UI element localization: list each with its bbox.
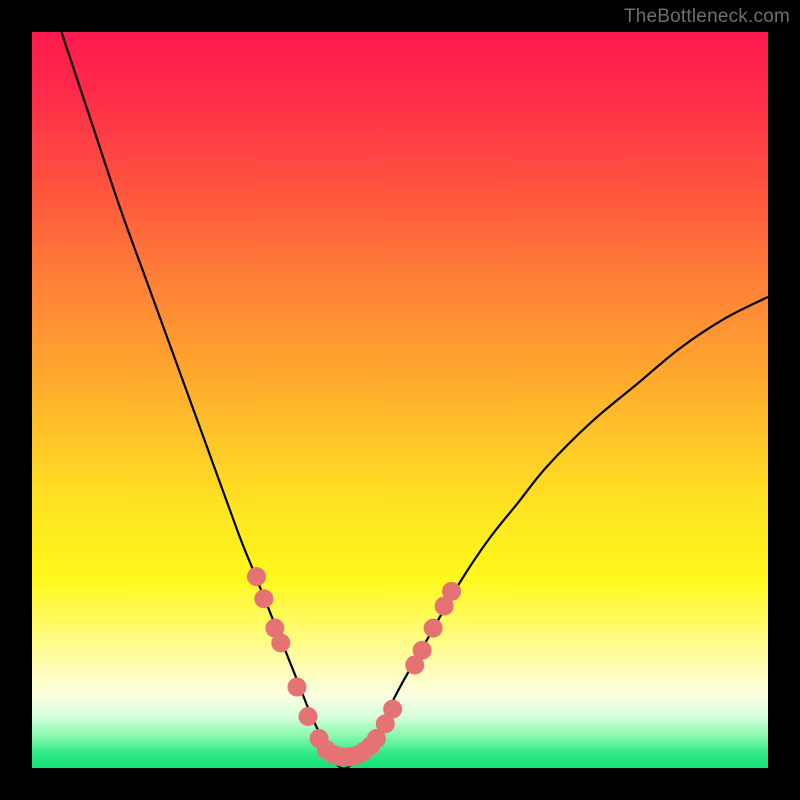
sample-dot: [413, 641, 432, 660]
watermark-text: TheBottleneck.com: [624, 6, 790, 28]
sample-dots: [247, 567, 461, 766]
sample-dot: [299, 707, 318, 726]
sample-dot: [424, 619, 443, 638]
sample-dot: [442, 582, 461, 601]
plot-area: [32, 32, 768, 768]
chart-svg: [32, 32, 768, 768]
sample-dot: [254, 589, 273, 608]
chart-frame: TheBottleneck.com: [0, 0, 800, 800]
sample-dot: [287, 678, 306, 697]
sample-dot: [247, 567, 266, 586]
sample-dot: [271, 633, 290, 652]
sample-dot: [383, 700, 402, 719]
